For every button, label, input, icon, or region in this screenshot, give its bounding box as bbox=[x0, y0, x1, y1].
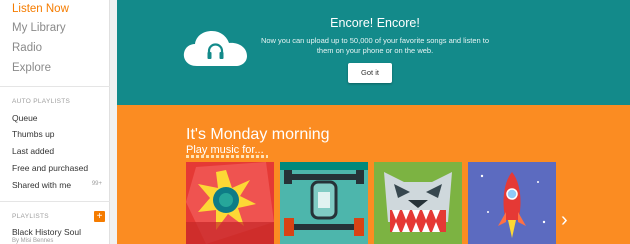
nav-explore[interactable]: Explore bbox=[12, 62, 51, 74]
rocket-art bbox=[468, 162, 556, 244]
wolf-art bbox=[374, 162, 462, 244]
got-it-button[interactable]: Got it bbox=[348, 63, 392, 83]
nav-my-library[interactable]: My Library bbox=[12, 22, 66, 34]
dumbbell-art bbox=[280, 162, 368, 244]
section-title: It's Monday morning bbox=[186, 126, 330, 143]
playlist-black-history-soul[interactable]: Black History Soul bbox=[12, 227, 81, 237]
playlist-owner: By Misi Bennes bbox=[12, 238, 54, 244]
nav-radio[interactable]: Radio bbox=[12, 42, 42, 54]
chevron-right-icon[interactable]: › bbox=[561, 209, 568, 232]
banner-title: Encore! Encore! bbox=[330, 16, 420, 30]
nav-listen-now[interactable]: Listen Now bbox=[12, 3, 69, 15]
sidebar: Listen Now My Library Radio Explore AUTO… bbox=[0, 0, 110, 244]
auto-playlist-queue[interactable]: Queue bbox=[12, 113, 38, 123]
sunburst-art bbox=[186, 162, 274, 244]
auto-playlist-free-and-purchased[interactable]: Free and purchased bbox=[12, 163, 88, 173]
auto-playlist-shared-with-me[interactable]: Shared with me 99+ bbox=[12, 180, 106, 190]
scrollbar-track[interactable] bbox=[110, 0, 117, 244]
sidebar-divider bbox=[0, 86, 110, 87]
count-badge: 99+ bbox=[91, 181, 102, 187]
playlists-header: PLAYLISTS bbox=[12, 213, 49, 220]
decorative-stripe bbox=[186, 155, 268, 158]
playlist-card-rocket[interactable] bbox=[468, 162, 556, 244]
banner-description: Now you can upload up to 50,000 of your … bbox=[260, 36, 490, 55]
encore-banner: Encore! Encore! Now you can upload up to… bbox=[117, 0, 630, 105]
add-playlist-button[interactable]: + bbox=[94, 211, 105, 222]
cloud-headphones-icon bbox=[183, 31, 247, 66]
auto-playlist-label: Shared with me bbox=[12, 180, 72, 190]
playlist-card-workout[interactable] bbox=[280, 162, 368, 244]
auto-playlists-header: AUTO PLAYLISTS bbox=[12, 98, 71, 105]
playlist-card-sunburst[interactable] bbox=[186, 162, 274, 244]
monday-section: It's Monday morning Play music for... › bbox=[117, 105, 630, 244]
auto-playlist-last-added[interactable]: Last added bbox=[12, 146, 54, 156]
sidebar-divider bbox=[0, 201, 110, 202]
auto-playlist-thumbs-up[interactable]: Thumbs up bbox=[12, 129, 55, 139]
playlist-card-wolf[interactable] bbox=[374, 162, 462, 244]
